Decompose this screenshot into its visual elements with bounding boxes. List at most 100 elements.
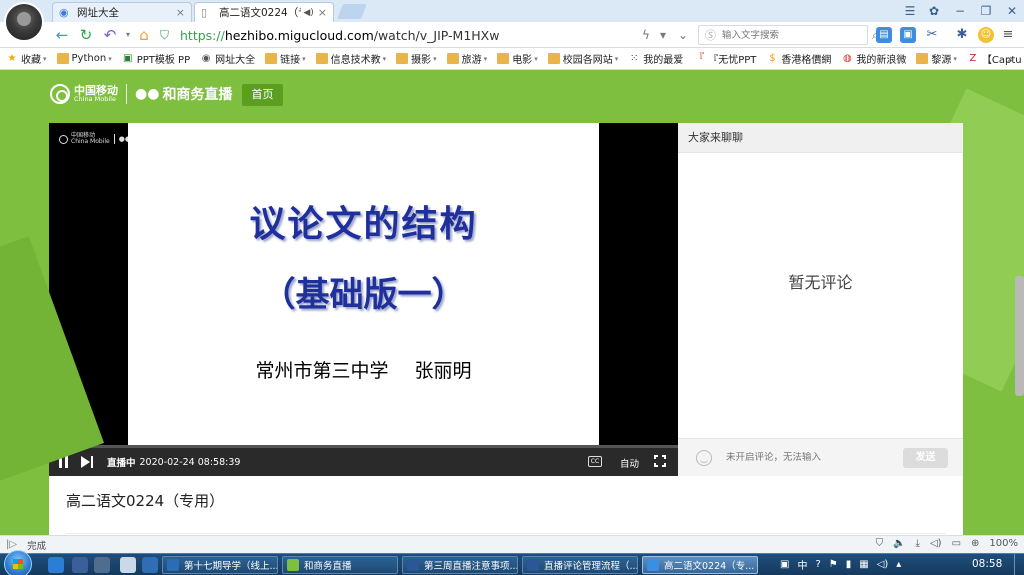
taskbar-item[interactable]: 和商务直播: [282, 556, 398, 574]
restore-button[interactable]: ❐: [974, 1, 998, 21]
bookmarks-more-icon[interactable]: »: [1007, 52, 1014, 66]
sound-icon[interactable]: ◁): [930, 538, 942, 549]
start-button[interactable]: [4, 550, 32, 575]
url-scheme: https://: [180, 27, 225, 43]
bookmark-item[interactable]: 电影 ▾: [497, 51, 538, 66]
taskbar-item[interactable]: 直播评论管理流程（...: [522, 556, 638, 574]
menu-icon[interactable]: ☰: [898, 1, 922, 21]
ie-icon[interactable]: [48, 557, 64, 573]
translate-icon[interactable]: ▤: [876, 27, 892, 43]
puzzle-icon[interactable]: ✱: [954, 27, 970, 43]
taskbar-item[interactable]: 第三周直播注意事项...: [402, 556, 518, 574]
menu-icon[interactable]: ≡: [1000, 27, 1016, 43]
speaker-icon[interactable]: 🔈: [893, 538, 905, 549]
bookmark-item[interactable]: ▣ PPT模板 PP: [122, 51, 190, 66]
close-icon[interactable]: ×: [176, 6, 185, 19]
chat-empty-text: 暂无评论: [788, 273, 853, 292]
fullscreen-icon[interactable]: [654, 455, 666, 467]
bookmark-item[interactable]: 信息技术教 ▾: [315, 51, 386, 66]
back-icon[interactable]: ←: [52, 25, 72, 45]
next-button[interactable]: [81, 456, 95, 468]
progress-fill: [49, 445, 59, 448]
comment-input[interactable]: [726, 452, 890, 463]
bookmark-item[interactable]: 摄影 ▾: [396, 51, 437, 66]
chevron-down-icon: ▾: [302, 54, 306, 63]
zoom-level[interactable]: 100%: [989, 538, 1018, 549]
brand-cm-line2: China Mobile: [74, 95, 116, 104]
refresh-icon[interactable]: ↻: [76, 25, 96, 45]
minimize-button[interactable]: −: [948, 1, 972, 21]
bookmark-item[interactable]: 校园各网站 ▾: [547, 51, 619, 66]
bookmark-item[interactable]: ◍ 我的新浪微: [841, 51, 906, 66]
app-icon[interactable]: ▣: [780, 559, 789, 570]
scissors-icon[interactable]: ✂: [924, 27, 940, 43]
window-icon[interactable]: ▭: [952, 538, 961, 549]
save-icon[interactable]: ▣: [900, 27, 916, 43]
new-tab-button[interactable]: [337, 4, 367, 19]
zoom-icon[interactable]: ⊕: [971, 538, 979, 549]
signal-icon[interactable]: ▮: [846, 559, 852, 570]
skin-icon[interactable]: ✿: [922, 1, 946, 21]
media-icon[interactable]: [94, 557, 110, 573]
app-icon[interactable]: [72, 557, 88, 573]
user-avatar[interactable]: [4, 2, 44, 42]
emoji-icon[interactable]: [696, 449, 712, 466]
home-icon[interactable]: ⌂: [134, 25, 154, 45]
bookmark-label: 网址大全: [215, 55, 256, 66]
bookmark-item[interactable]: ◉ 网址大全: [200, 51, 255, 66]
undo-icon[interactable]: ↶: [100, 25, 120, 45]
taskbar-item[interactable]: 第十七期导学（线上...: [162, 556, 278, 574]
lightning-icon[interactable]: ϟ: [642, 25, 650, 45]
bookmark-item[interactable]: 黎源 ▾: [916, 51, 957, 66]
help-icon[interactable]: ?: [815, 559, 820, 570]
shield-icon[interactable]: ⛉: [876, 538, 884, 549]
explorer-icon[interactable]: [120, 557, 136, 573]
system-clock[interactable]: 08:58: [972, 558, 1002, 570]
show-desktop-button[interactable]: [1014, 554, 1024, 575]
chevron-down-icon: ▾: [108, 54, 112, 63]
bookmark-item[interactable]: ⁙ 我的最爱: [628, 51, 683, 66]
quality-button[interactable]: 自动: [620, 456, 639, 470]
sidebar-toggle-icon[interactable]: |▷: [6, 539, 17, 550]
app-icon: [287, 559, 299, 571]
bookmark-item[interactable]: 链接 ▾: [265, 51, 306, 66]
notification-icon[interactable]: ▴: [896, 559, 901, 570]
taskbar-item[interactable]: 高二语文0224（专...: [642, 556, 758, 574]
app-icon: [527, 559, 539, 571]
smiley-icon[interactable]: ☺: [978, 27, 994, 43]
bookmark-item[interactable]: 『『无忧PPT: [693, 51, 756, 66]
folder-icon: [265, 53, 278, 64]
pause-button[interactable]: [57, 456, 71, 468]
mail-icon[interactable]: [142, 557, 158, 573]
bookmark-item[interactable]: 旅游 ▾: [446, 51, 487, 66]
globe-icon: ◉: [201, 53, 211, 64]
bookmark-item[interactable]: Python ▾: [56, 53, 112, 64]
chevron-down-icon[interactable]: ▾: [660, 25, 666, 45]
tab-live-video[interactable]: ▯ 高二语文0224（专用 ◀) ×: [194, 2, 334, 22]
url-field[interactable]: ⛉ https://hezhibo.migucloud.com/watch/v_…: [160, 25, 670, 45]
nav-home-button[interactable]: 首页: [242, 84, 283, 106]
scrollbar-thumb[interactable]: [1015, 276, 1024, 396]
search-box[interactable]: Ⓢ: [698, 25, 868, 45]
speaker-icon[interactable]: ◀): [303, 8, 313, 18]
tab-navigation-sites[interactable]: ◉ 网址大全 ×: [52, 2, 192, 22]
bookmark-label: PPT模板 PP: [136, 55, 191, 66]
network-icon[interactable]: ▦: [859, 559, 868, 570]
dropdown-icon[interactable]: ⌄: [678, 25, 688, 45]
bookmark-item[interactable]: ★ 收藏 ▾: [6, 51, 47, 66]
video-player[interactable]: 中国移动 China Mobile ●● 议论文的结构 （基础版一） 常州市第三…: [49, 123, 678, 476]
bookmark-item[interactable]: $ 香港格價網: [766, 51, 831, 66]
slide-author: 常州市第三中学 张丽明: [255, 360, 472, 382]
download-icon[interactable]: ⤓: [916, 538, 920, 549]
volume-icon[interactable]: ◁): [877, 559, 889, 570]
chevron-down-icon: ▾: [614, 54, 619, 63]
ime-indicator[interactable]: 中: [797, 557, 807, 572]
close-window-button[interactable]: ✕: [1000, 1, 1024, 21]
close-icon[interactable]: ×: [318, 6, 327, 19]
subtitle-button[interactable]: CC: [588, 456, 602, 467]
search-input[interactable]: [722, 29, 852, 41]
flag-icon[interactable]: ⚑: [829, 559, 838, 570]
send-button[interactable]: 发送: [903, 448, 948, 468]
bookmark-label: 旅游: [461, 55, 482, 66]
site-logo[interactable]: 中国移动 China Mobile ●● 和商务直播: [50, 84, 232, 104]
